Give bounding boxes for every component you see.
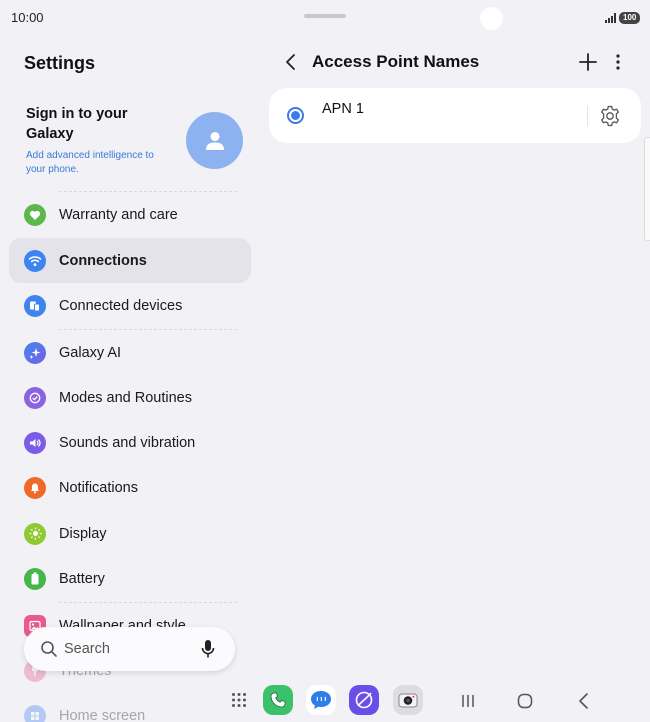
settings-title: Settings — [24, 53, 96, 73]
nav-back-button[interactable] — [577, 692, 591, 710]
divider — [587, 106, 588, 126]
search-icon — [41, 641, 57, 657]
menu-label: Battery — [59, 570, 105, 587]
bell-icon — [24, 476, 46, 499]
account-title: Sign in to your Galaxy — [26, 106, 128, 142]
apn-name: APN 1 — [322, 101, 364, 117]
signal-icon — [605, 13, 616, 23]
account-card[interactable]: Sign in to your Galaxy Add advanced inte… — [24, 102, 246, 192]
search-label: Search — [64, 641, 110, 657]
sparkle-icon — [24, 341, 46, 364]
wifi-icon — [24, 249, 46, 272]
camera-cutout — [480, 7, 503, 30]
internet-icon[interactable] — [349, 685, 379, 715]
devices-icon — [24, 294, 46, 317]
menu-item-connected-devices[interactable]: Connected devices — [9, 283, 251, 328]
menu-label: Sounds and vibration — [59, 434, 196, 451]
radio-selected-dot — [291, 111, 300, 120]
menu-item-battery[interactable]: Battery — [9, 556, 251, 601]
more-options-icon[interactable] — [610, 50, 626, 74]
phone-icon[interactable] — [263, 685, 293, 715]
check-circle-icon — [24, 386, 46, 409]
speaker-icon — [24, 431, 46, 454]
menu-label: Modes and Routines — [59, 389, 192, 406]
app-drawer-icon[interactable] — [231, 692, 247, 708]
status-bar: 10:00 100 — [0, 0, 650, 36]
status-time: 10:00 — [11, 10, 44, 25]
camera-icon[interactable] — [393, 685, 423, 715]
messages-icon[interactable] — [306, 685, 336, 715]
microphone-icon[interactable] — [200, 639, 216, 659]
account-subtitle: Add advanced intelligence to your phone. — [26, 150, 154, 175]
menu-item-display[interactable]: Display — [9, 511, 251, 556]
menu-item-sounds[interactable]: Sounds and vibration — [9, 420, 251, 465]
multi-window-handle[interactable] — [304, 14, 346, 18]
apn-radio-button[interactable] — [287, 107, 304, 124]
menu-item-warranty[interactable]: Warranty and care — [9, 192, 251, 237]
menu-label: Galaxy AI — [59, 344, 122, 361]
menu-label: Notifications — [59, 479, 138, 496]
recent-apps-button[interactable] — [460, 693, 476, 709]
avatar[interactable] — [186, 112, 243, 169]
menu-label: Warranty and care — [59, 206, 178, 223]
heart-shield-icon — [24, 203, 46, 226]
settings-pane: Settings Sign in to your Galaxy Add adva… — [0, 36, 260, 722]
settings-search-bar[interactable]: Search — [24, 627, 235, 671]
battery-icon — [24, 567, 46, 590]
menu-item-galaxy-ai[interactable]: Galaxy AI — [9, 330, 251, 375]
taskbar — [0, 680, 650, 722]
add-icon[interactable] — [576, 50, 600, 74]
gear-icon[interactable] — [598, 104, 622, 128]
menu-label: Display — [59, 525, 107, 542]
apn-pane: Access Point Names APN 1 — [260, 36, 650, 636]
battery-level: 100 — [619, 12, 641, 24]
page-title: Access Point Names — [312, 52, 480, 71]
back-button[interactable] — [280, 50, 302, 74]
home-button[interactable] — [517, 693, 533, 709]
menu-item-modes-routines[interactable]: Modes and Routines — [9, 375, 251, 420]
person-icon — [205, 131, 224, 150]
menu-item-notifications[interactable]: Notifications — [9, 465, 251, 510]
menu-label: Connections — [59, 252, 147, 269]
menu-item-connections[interactable]: Connections — [9, 238, 251, 283]
menu-label: Connected devices — [59, 297, 183, 314]
sun-icon — [24, 522, 46, 545]
apn-list-item[interactable]: APN 1 — [269, 88, 641, 143]
edge-panel-handle[interactable] — [644, 137, 650, 241]
